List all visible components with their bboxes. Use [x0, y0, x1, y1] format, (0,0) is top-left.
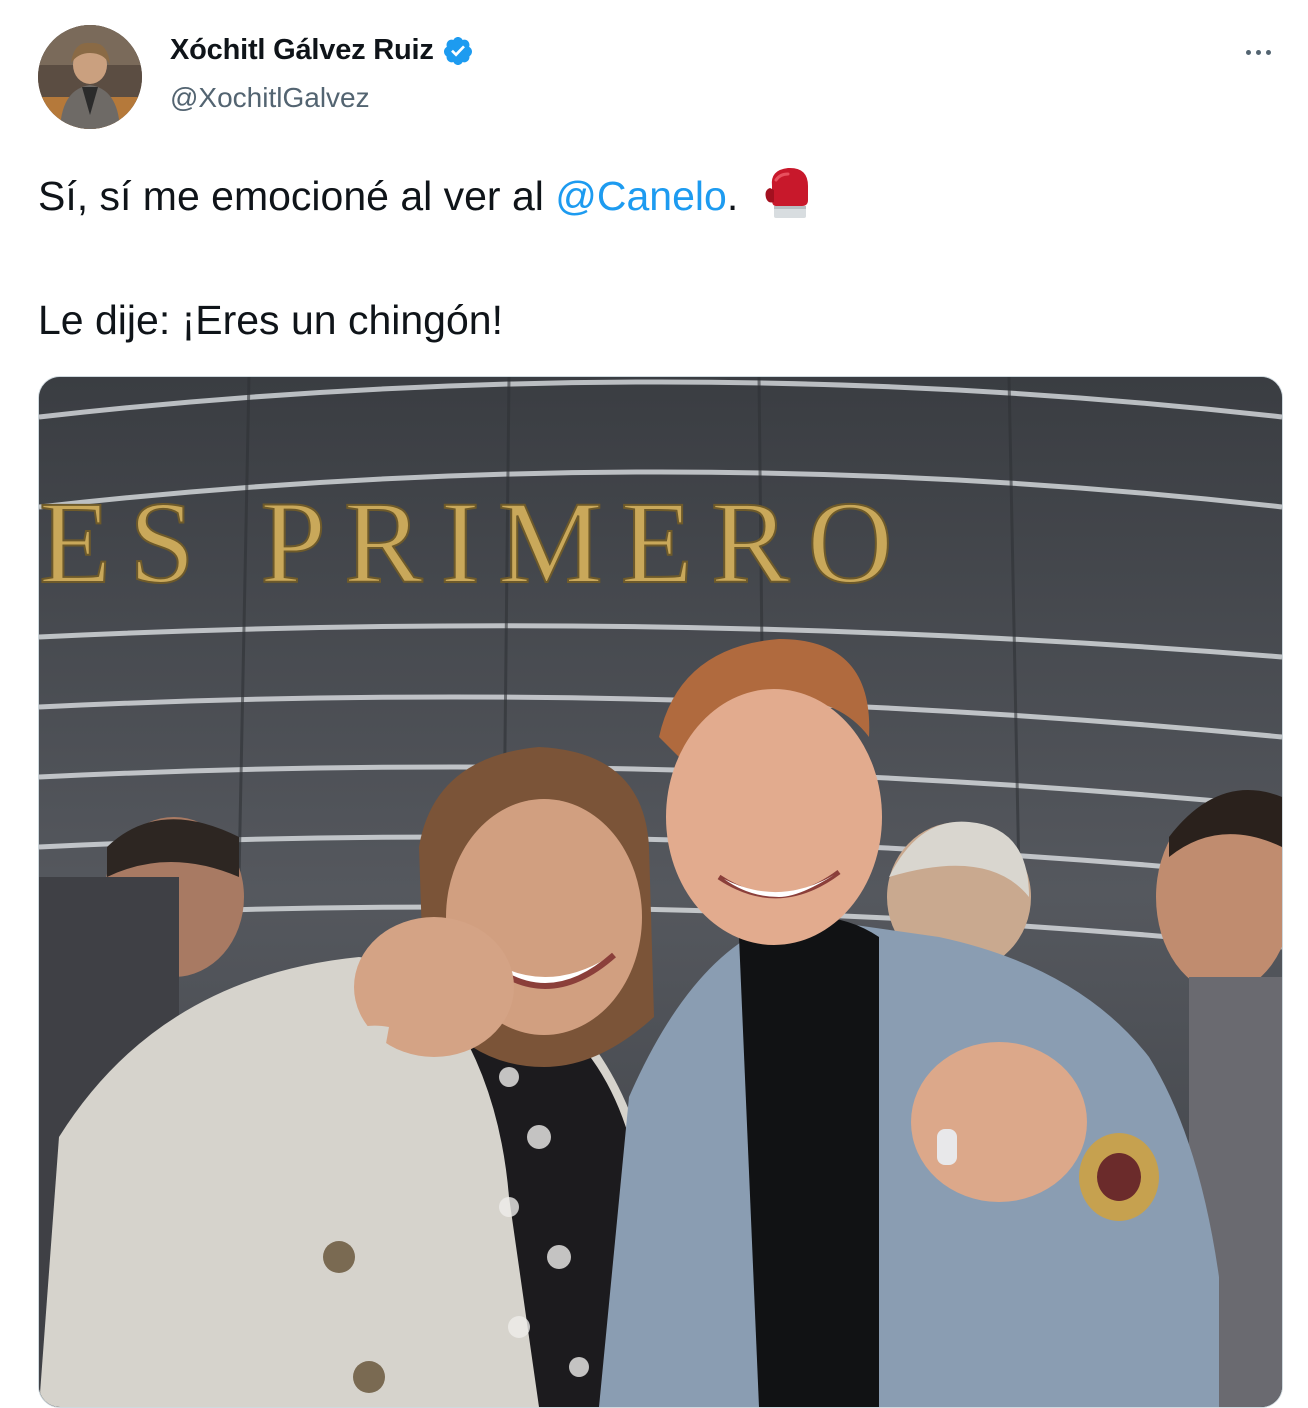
tweet: Xóchitl Gálvez Ruiz @XochitlGalvez Sí, s…	[0, 0, 1308, 1408]
tweet-line-1: Sí, sí me emocioné al ver al @Canelo.	[38, 164, 1268, 227]
author-avatar[interactable]	[38, 25, 142, 129]
tweet-line-2: Le dije: ¡Eres un chingón!	[38, 297, 503, 343]
tweet-text: Sí, sí me emocioné al ver al @Canelo. Le…	[38, 164, 1268, 351]
author-name[interactable]: Xóchitl Gálvez Ruiz	[170, 34, 434, 67]
boxing-glove-icon	[765, 167, 809, 218]
author-handle[interactable]: @XochitlGalvez	[170, 82, 370, 114]
tweet-text-segment: .	[726, 173, 739, 219]
verified-badge-icon	[443, 36, 472, 65]
wall-lettering: ES PRIMERO	[39, 477, 911, 608]
tweet-text-segment: Sí, sí me emocioné al ver al	[38, 173, 556, 219]
more-options-icon[interactable]	[1238, 38, 1278, 66]
tweet-photo[interactable]: ES PRIMERO	[38, 376, 1283, 1408]
author-name-row: Xóchitl Gálvez Ruiz	[170, 34, 474, 67]
mention-link[interactable]: @Canelo	[555, 173, 727, 219]
